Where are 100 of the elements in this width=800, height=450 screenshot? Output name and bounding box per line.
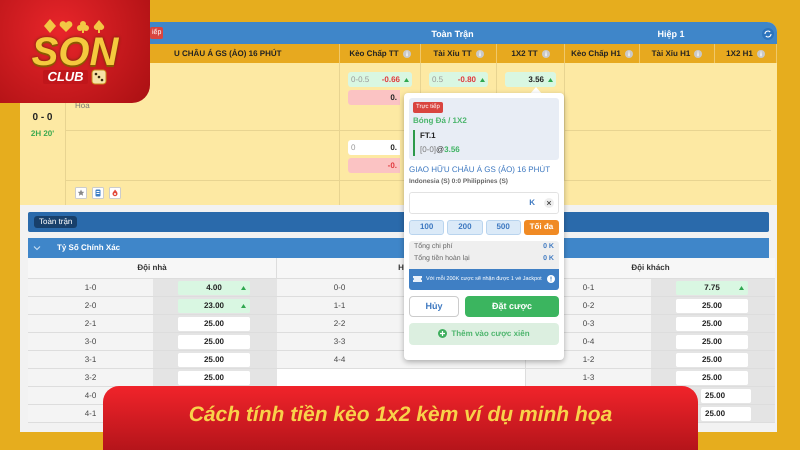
score-label: 0-3 [582,318,594,330]
odds-cell[interactable]: 25.00 [676,352,748,366]
odds-price: 25.00 [702,318,722,330]
odds-price: 25.00 [702,372,722,384]
odds-cell[interactable]: 23.00 [178,298,250,312]
odds-cell[interactable]: 25.00 [676,370,748,384]
info-icon[interactable] [402,50,411,58]
odds-cell[interactable]: 3.56 [505,72,556,87]
odds-price: 0. [390,142,397,154]
alert-icon[interactable] [547,275,555,284]
event-title: GIAO HỮU CHÂU Á GS (ẢO) 16 PHÚT [409,164,552,176]
odds-price: 4.00 [206,282,222,294]
odds-price: -0.80 [458,74,476,86]
stake-field[interactable]: K [409,192,559,214]
chevron-icon[interactable] [33,244,41,252]
odds-price: 23.00 [204,300,224,312]
odds-cell[interactable]: 0. [348,90,400,105]
pick-label: FT.1 [420,130,437,142]
odds-price: 7.75 [704,282,720,294]
column-header: 1X2 H1 [726,48,753,60]
odds-cell[interactable]: 25.00 [178,334,250,348]
clear-icon[interactable] [544,198,554,208]
info-icon[interactable] [624,50,633,58]
score-label: 4-1 [84,408,96,420]
odds-cell[interactable]: 25.00 [676,316,748,330]
dice-icon [90,68,107,84]
refresh-icon[interactable] [762,28,774,40]
up-arrow-icon [739,286,744,290]
fire-icon[interactable] [109,187,121,199]
sport-market: Bóng Đá / 1X2 [413,115,467,127]
logo-wordmark: SON [32,32,118,72]
odds-cell[interactable]: 25.00 [701,388,751,402]
odds-cell[interactable]: 4.00 [178,280,250,294]
score-label: 0-1 [582,282,594,294]
odds-price: 25.00 [702,336,722,348]
star-icon[interactable] [75,187,87,199]
stats-icon[interactable] [92,187,104,199]
up-arrow-icon [404,78,409,82]
quick-stake-button[interactable]: 500 [486,220,521,235]
quick-stake-button[interactable]: 100 [409,220,444,235]
score-label: 1-2 [582,354,594,366]
odds-price: 25.00 [204,354,224,366]
plus-icon [438,329,448,338]
odds-cell[interactable]: 0-0.5 -0.66 [348,72,412,87]
score-label: 0-0 [334,282,346,294]
cancel-button[interactable]: Hủy [409,296,459,317]
odds-cell[interactable]: 25.00 [178,316,250,330]
pick-odds: 3.56 [444,144,460,156]
score-label: 1-0 [84,282,96,294]
group-header: Toàn Trận [431,28,474,41]
up-arrow-icon [548,78,553,82]
odds-cell[interactable]: 7.75 [676,280,748,294]
section-tab[interactable]: Toàn trận [34,216,78,228]
column-header: Đội khách [631,262,670,274]
up-arrow-icon [241,286,246,290]
match-score: 0 - 0 [32,111,52,125]
odds-price: -0.66 [382,74,400,86]
odds-cell[interactable]: 25.00 [178,370,250,384]
score-label: 2-1 [84,318,96,330]
score-label: 0-4 [582,336,594,348]
unit-label: K [529,196,535,209]
odds-cell[interactable]: 25.00 [676,334,748,348]
odds-price: 25.00 [204,318,224,330]
handicap-line: 0-0.5 [351,74,370,86]
quick-stake-button[interactable]: 200 [447,220,482,235]
odds-cell[interactable]: 0.5 -0.80 [429,72,488,87]
score-label: 2-0 [84,300,96,312]
score-label: 3-1 [84,354,96,366]
card-suits-icon [43,18,107,32]
score-label: 1-1 [334,300,346,312]
column-header: Tài Xỉu H1 [652,48,690,60]
odds-price: 0. [390,92,397,104]
info-icon[interactable] [542,50,550,58]
odds-price: 25.00 [702,300,722,312]
score-label: 3-0 [84,336,96,348]
odds-cell[interactable]: 25.00 [676,298,748,312]
logo-tag: CLUB [43,70,88,84]
score-label: 4-0 [84,390,96,402]
ticket-icon [413,276,422,282]
score-label: 0-2 [582,300,594,312]
score-label: 1-3 [582,372,594,384]
info-icon[interactable] [476,50,484,58]
odds-price: -0. [388,160,397,172]
odds-price: 25.00 [705,408,726,420]
score-label: 2-2 [334,318,346,330]
group-header: Hiệp 1 [657,28,684,41]
column-header: Kèo Chấp TT [349,48,399,60]
up-arrow-icon [241,304,246,308]
odds-price: 25.00 [702,354,722,366]
odds-price: 25.00 [705,390,726,402]
score-label: 3-2 [84,372,96,384]
info-icon[interactable] [756,50,765,58]
column-header: H [398,262,404,274]
odds-cell[interactable]: 0 0. [348,140,400,155]
odds-cell[interactable]: 25.00 [178,352,250,366]
column-header: Đội nhà [137,262,167,274]
info-icon[interactable] [694,50,702,58]
odds-cell[interactable]: 25.00 [701,406,751,420]
market-title: Tỷ Số Chính Xác [57,242,120,254]
column-header: Kèo Chấp H1 [571,48,621,60]
